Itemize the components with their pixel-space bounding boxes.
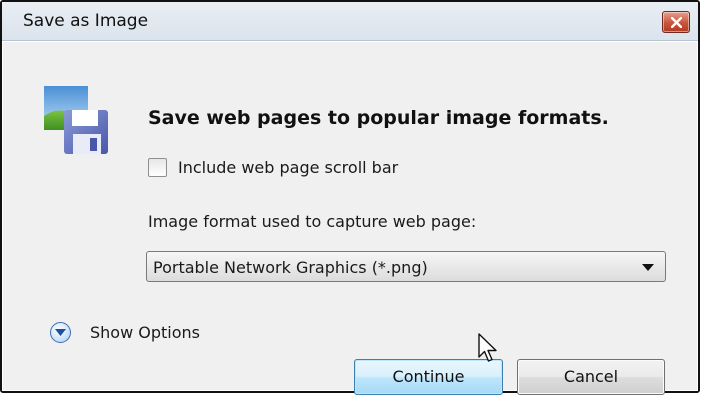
dialog-title: Save as Image — [23, 11, 149, 31]
show-options-label[interactable]: Show Options — [90, 323, 200, 342]
image-format-select[interactable]: Portable Network Graphics (*.png) — [146, 251, 666, 282]
chevron-down-circle-icon[interactable] — [50, 322, 71, 343]
dialog-heading: Save web pages to popular image formats. — [148, 107, 609, 129]
cancel-button[interactable]: Cancel — [517, 359, 665, 395]
save-image-floppy-icon — [44, 86, 108, 154]
title-bar[interactable]: Save as Image — [2, 2, 698, 41]
save-as-image-dialog: Save as Image Save web pages to popular … — [0, 0, 700, 395]
image-format-value: Portable Network Graphics (*.png) — [153, 258, 428, 277]
include-scrollbar-checkbox[interactable] — [148, 158, 167, 177]
mouse-pointer-icon — [478, 333, 497, 362]
close-button[interactable] — [662, 11, 690, 33]
chevron-down-icon — [55, 329, 66, 336]
image-format-label: Image format used to capture web page: — [148, 212, 477, 231]
include-scrollbar-label[interactable]: Include web page scroll bar — [178, 158, 398, 177]
dialog-body: Save web pages to popular image formats.… — [2, 41, 698, 395]
close-icon — [671, 17, 682, 28]
dropdown-arrow-icon — [642, 264, 654, 271]
